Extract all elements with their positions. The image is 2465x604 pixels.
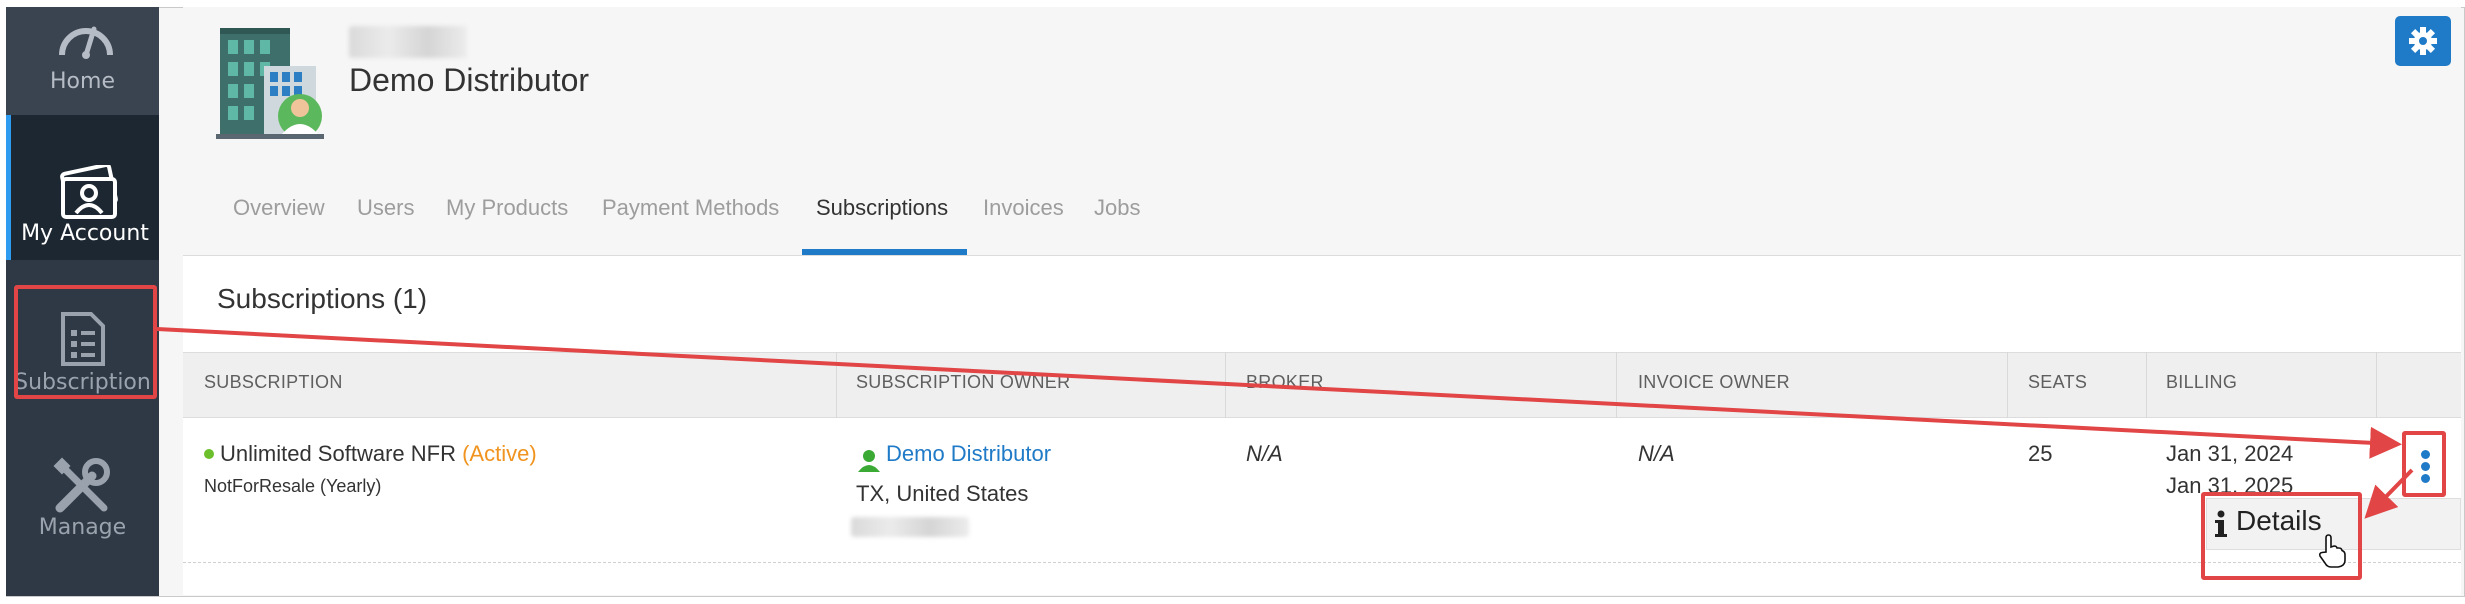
annotation-arrows [156,327,2414,519]
